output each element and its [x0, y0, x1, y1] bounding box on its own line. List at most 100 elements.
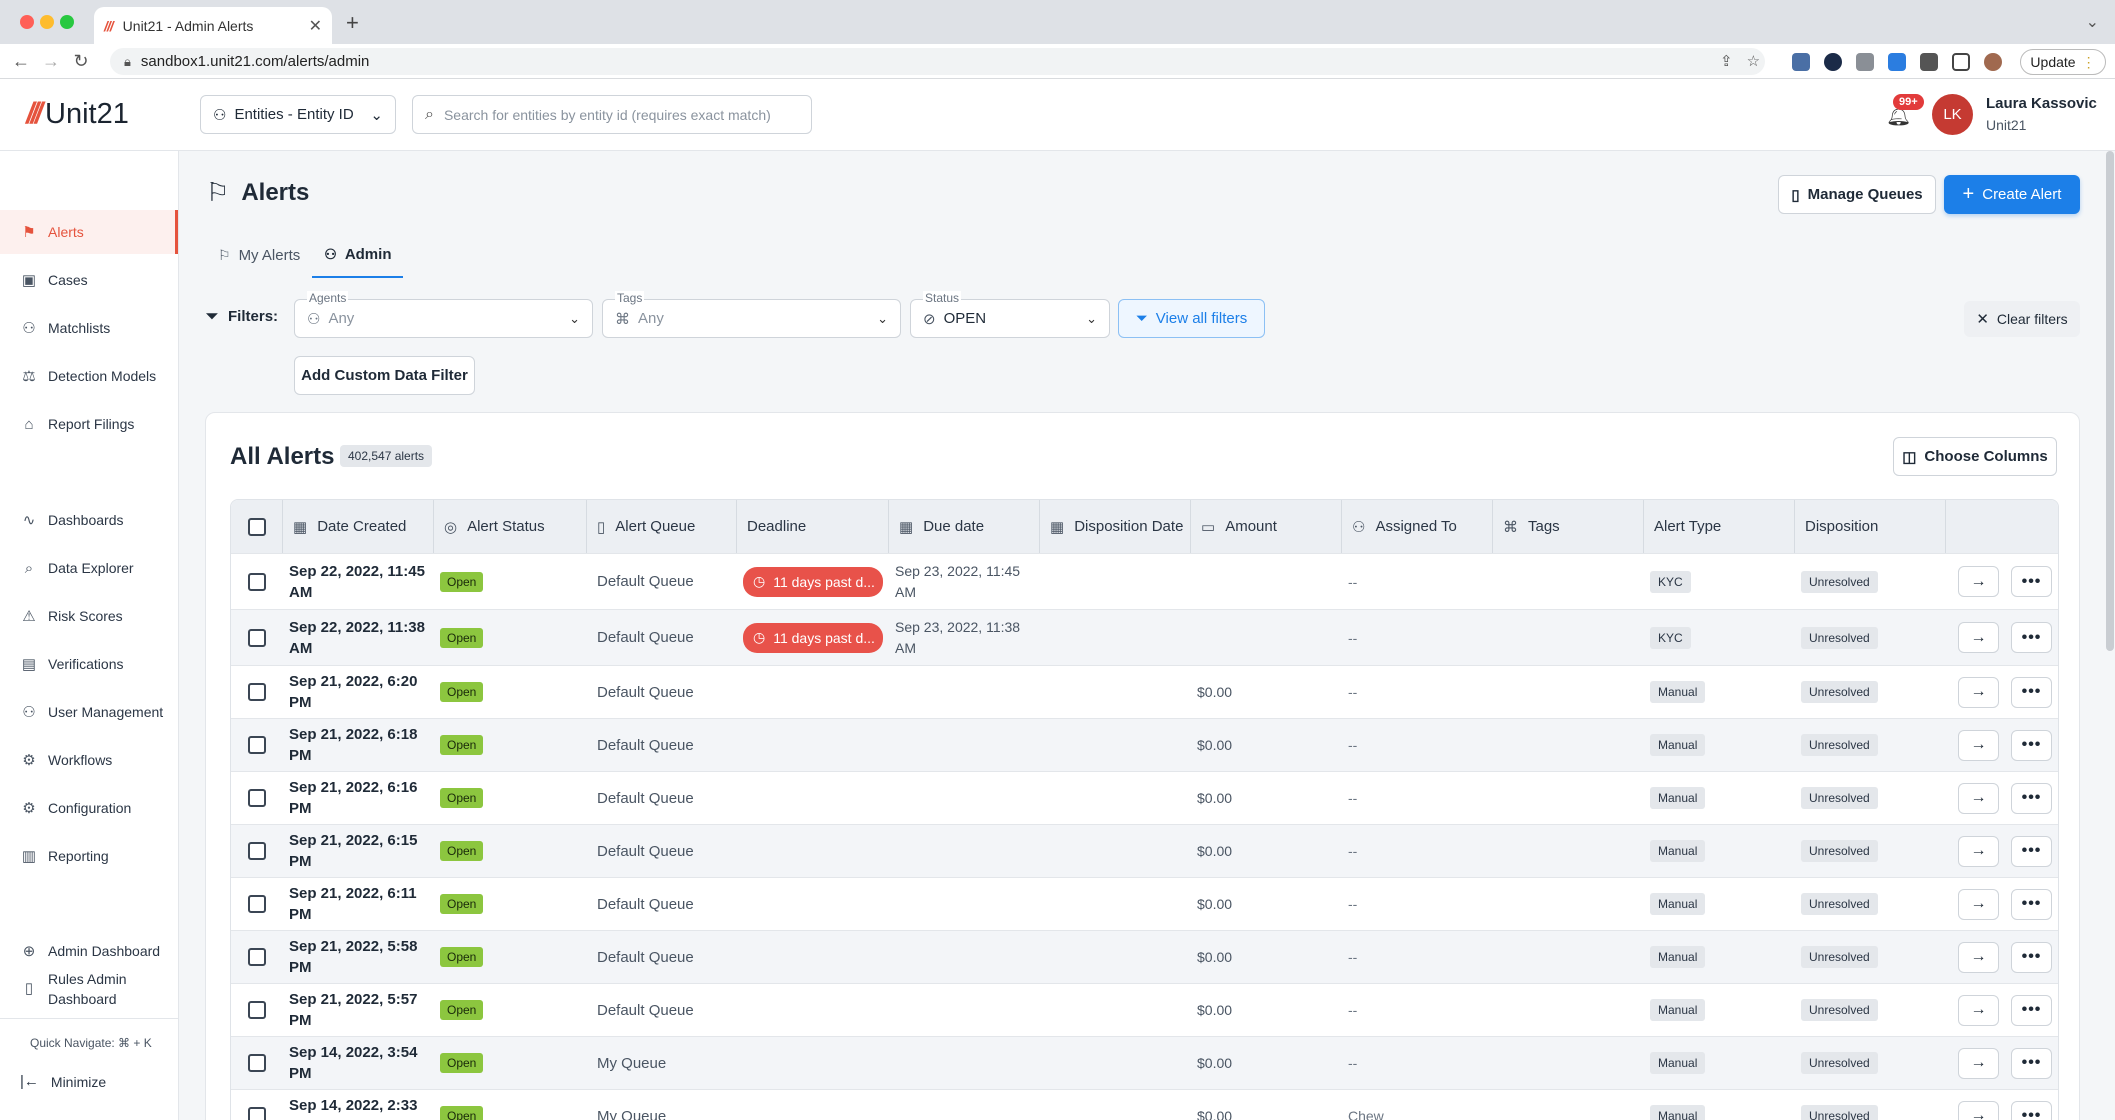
- row-more-button[interactable]: •••: [2011, 782, 2052, 814]
- row-more-button[interactable]: •••: [2011, 566, 2052, 597]
- tags-filter-select[interactable]: Tags ⌘ Any ⌄: [602, 291, 901, 338]
- sidebar-item-verifications[interactable]: ▤ Verifications: [0, 642, 178, 686]
- unit21-logo[interactable]: /// Unit21: [26, 97, 129, 131]
- choose-columns-button[interactable]: ◫ Choose Columns: [1893, 437, 2057, 476]
- sidebar-item-risk-scores[interactable]: ⚠ Risk Scores: [0, 594, 178, 638]
- row-checkbox[interactable]: [248, 1107, 266, 1120]
- open-alert-button[interactable]: →: [1958, 622, 1999, 653]
- back-icon[interactable]: ←: [6, 51, 36, 72]
- user-avatar[interactable]: LK: [1932, 94, 1973, 135]
- table-row[interactable]: Sep 21, 2022, 6:11 PM Open Default Queue $0…: [231, 878, 2058, 931]
- open-alert-button[interactable]: →: [1958, 676, 1999, 708]
- column-header-alert-status[interactable]: ◎ Alert Status: [434, 500, 587, 553]
- open-alert-button[interactable]: →: [1958, 566, 1999, 597]
- sidebar-item-dashboards[interactable]: ∿ Dashboards: [0, 498, 178, 542]
- open-alert-button[interactable]: →: [1958, 1100, 1999, 1120]
- sidebar-item-matchlists[interactable]: ⚇ Matchlists: [0, 306, 178, 350]
- table-row[interactable]: Sep 21, 2022, 5:58 PM Open Default Queue $0…: [231, 931, 2058, 984]
- address-bar[interactable]: 🔒︎ sandbox1.unit21.com/alerts/admin: [110, 48, 1765, 75]
- table-row[interactable]: Sep 14, 2022, 2:33 PM Open My Queue $0.00 Ch…: [231, 1090, 2058, 1120]
- profile-avatar-icon[interactable]: [1984, 53, 2002, 71]
- row-checkbox[interactable]: [248, 683, 266, 701]
- column-header-date-created[interactable]: ▦ Date Created: [283, 500, 434, 553]
- status-filter-select[interactable]: Status ⊘ OPEN ⌄: [910, 291, 1110, 338]
- row-more-button[interactable]: •••: [2011, 1100, 2052, 1120]
- sidebar-item-alerts[interactable]: ⚑ Alerts: [0, 210, 178, 254]
- tab-admin[interactable]: ⚇ Admin: [312, 232, 404, 278]
- row-checkbox[interactable]: [248, 1001, 266, 1019]
- column-header-amount[interactable]: ▭ Amount: [1191, 500, 1342, 553]
- row-more-button[interactable]: •••: [2011, 888, 2052, 920]
- column-header-alert-queue[interactable]: ▯ Alert Queue: [587, 500, 737, 553]
- column-header-disposition[interactable]: Disposition: [1795, 500, 1946, 553]
- share-icon[interactable]: ⇪: [1720, 52, 1733, 70]
- minimize-window-button[interactable]: [40, 15, 54, 29]
- open-alert-button[interactable]: →: [1958, 888, 1999, 920]
- table-row[interactable]: Sep 21, 2022, 6:16 PM Open Default Queue $0…: [231, 772, 2058, 825]
- row-more-button[interactable]: •••: [2011, 622, 2052, 653]
- sidebar-item-reporting[interactable]: ▥ Reporting: [0, 834, 178, 878]
- column-header-tags[interactable]: ⌘ Tags: [1493, 500, 1644, 553]
- sidebar-item-rules-admin-dashboard[interactable]: ▯ Rules Admin Dashboard: [0, 964, 178, 1014]
- entity-search-type-select[interactable]: ⚇ Entities - Entity ID ⌄: [200, 95, 396, 134]
- sidebar-item-user-management[interactable]: ⚇ User Management: [0, 690, 178, 734]
- row-checkbox[interactable]: [248, 1054, 266, 1072]
- table-row[interactable]: Sep 14, 2022, 3:54 PM Open My Queue $0.00 --…: [231, 1037, 2058, 1090]
- minimize-sidebar-button[interactable]: |← Minimize: [20, 1073, 106, 1090]
- open-alert-button[interactable]: →: [1958, 941, 1999, 973]
- close-window-button[interactable]: [20, 15, 34, 29]
- extension-icon[interactable]: [1792, 53, 1810, 71]
- sidebar-item-report-filings[interactable]: ⌂ Report Filings: [0, 402, 178, 446]
- table-row[interactable]: Sep 22, 2022, 11:45 AM Open Default Queue ◷…: [231, 554, 2058, 610]
- column-header-deadline[interactable]: Deadline: [737, 500, 889, 553]
- table-row[interactable]: Sep 21, 2022, 6:15 PM Open Default Queue $0…: [231, 825, 2058, 878]
- open-alert-button[interactable]: →: [1958, 782, 1999, 814]
- row-checkbox[interactable]: [248, 628, 266, 647]
- tab-search-chevron-icon[interactable]: ⌄: [2086, 12, 2099, 32]
- sidebar-item-configuration[interactable]: ⚙ Configuration: [0, 786, 178, 830]
- browser-tab[interactable]: /// Unit21 - Admin Alerts ✕: [94, 7, 332, 44]
- new-tab-icon[interactable]: +: [346, 10, 359, 36]
- browser-update-button[interactable]: Update ⋮: [2020, 49, 2106, 75]
- maximize-window-button[interactable]: [60, 15, 74, 29]
- sidebar-toggle-icon[interactable]: [1952, 53, 1970, 71]
- sidebar-item-detection-models[interactable]: ⚖ Detection Models: [0, 354, 178, 398]
- row-more-button[interactable]: •••: [2011, 676, 2052, 708]
- puzzle-extensions-icon[interactable]: [1920, 53, 1938, 71]
- download-icon[interactable]: [1888, 53, 1906, 71]
- row-checkbox[interactable]: [248, 948, 266, 966]
- row-checkbox[interactable]: [248, 895, 266, 913]
- close-tab-icon[interactable]: ✕: [309, 16, 322, 36]
- open-alert-button[interactable]: →: [1958, 729, 1999, 761]
- create-alert-button[interactable]: + Create Alert: [1944, 175, 2080, 214]
- row-checkbox[interactable]: [248, 736, 266, 754]
- agents-filter-select[interactable]: Agents ⚇ Any ⌄: [294, 291, 593, 338]
- reload-icon[interactable]: ↻: [66, 51, 96, 72]
- open-alert-button[interactable]: →: [1958, 994, 1999, 1026]
- row-checkbox[interactable]: [248, 572, 266, 591]
- column-header-alert-type[interactable]: Alert Type: [1644, 500, 1795, 553]
- user-name[interactable]: Laura Kassovic: [1986, 95, 2097, 112]
- row-more-button[interactable]: •••: [2011, 941, 2052, 973]
- table-row[interactable]: Sep 21, 2022, 6:18 PM Open Default Queue $0…: [231, 719, 2058, 772]
- manage-queues-button[interactable]: ▯ Manage Queues: [1778, 175, 1936, 214]
- view-all-filters-button[interactable]: ⏷ View all filters: [1118, 299, 1265, 338]
- sidebar-item-workflows[interactable]: ⚙ Workflows: [0, 738, 178, 782]
- sidebar-item-cases[interactable]: ▣ Cases: [0, 258, 178, 302]
- forward-icon[interactable]: →: [36, 51, 66, 72]
- column-header-assigned-to[interactable]: ⚇ Assigned To: [1342, 500, 1493, 553]
- row-more-button[interactable]: •••: [2011, 835, 2052, 867]
- add-custom-data-filter-button[interactable]: Add Custom Data Filter: [294, 356, 475, 395]
- row-more-button[interactable]: •••: [2011, 729, 2052, 761]
- table-row[interactable]: Sep 22, 2022, 11:38 AM Open Default Queue ◷…: [231, 610, 2058, 666]
- extension-icon[interactable]: [1856, 53, 1874, 71]
- row-more-button[interactable]: •••: [2011, 994, 2052, 1026]
- table-row[interactable]: Sep 21, 2022, 5:57 PM Open Default Queue $0…: [231, 984, 2058, 1037]
- row-checkbox[interactable]: [248, 789, 266, 807]
- tab-my-alerts[interactable]: ⚐ My Alerts: [206, 232, 312, 278]
- row-checkbox[interactable]: [248, 842, 266, 860]
- page-scrollbar[interactable]: [2106, 151, 2114, 651]
- column-header-due-date[interactable]: ▦ Due date: [889, 500, 1040, 553]
- row-more-button[interactable]: •••: [2011, 1047, 2052, 1079]
- select-all-checkbox[interactable]: [247, 517, 266, 536]
